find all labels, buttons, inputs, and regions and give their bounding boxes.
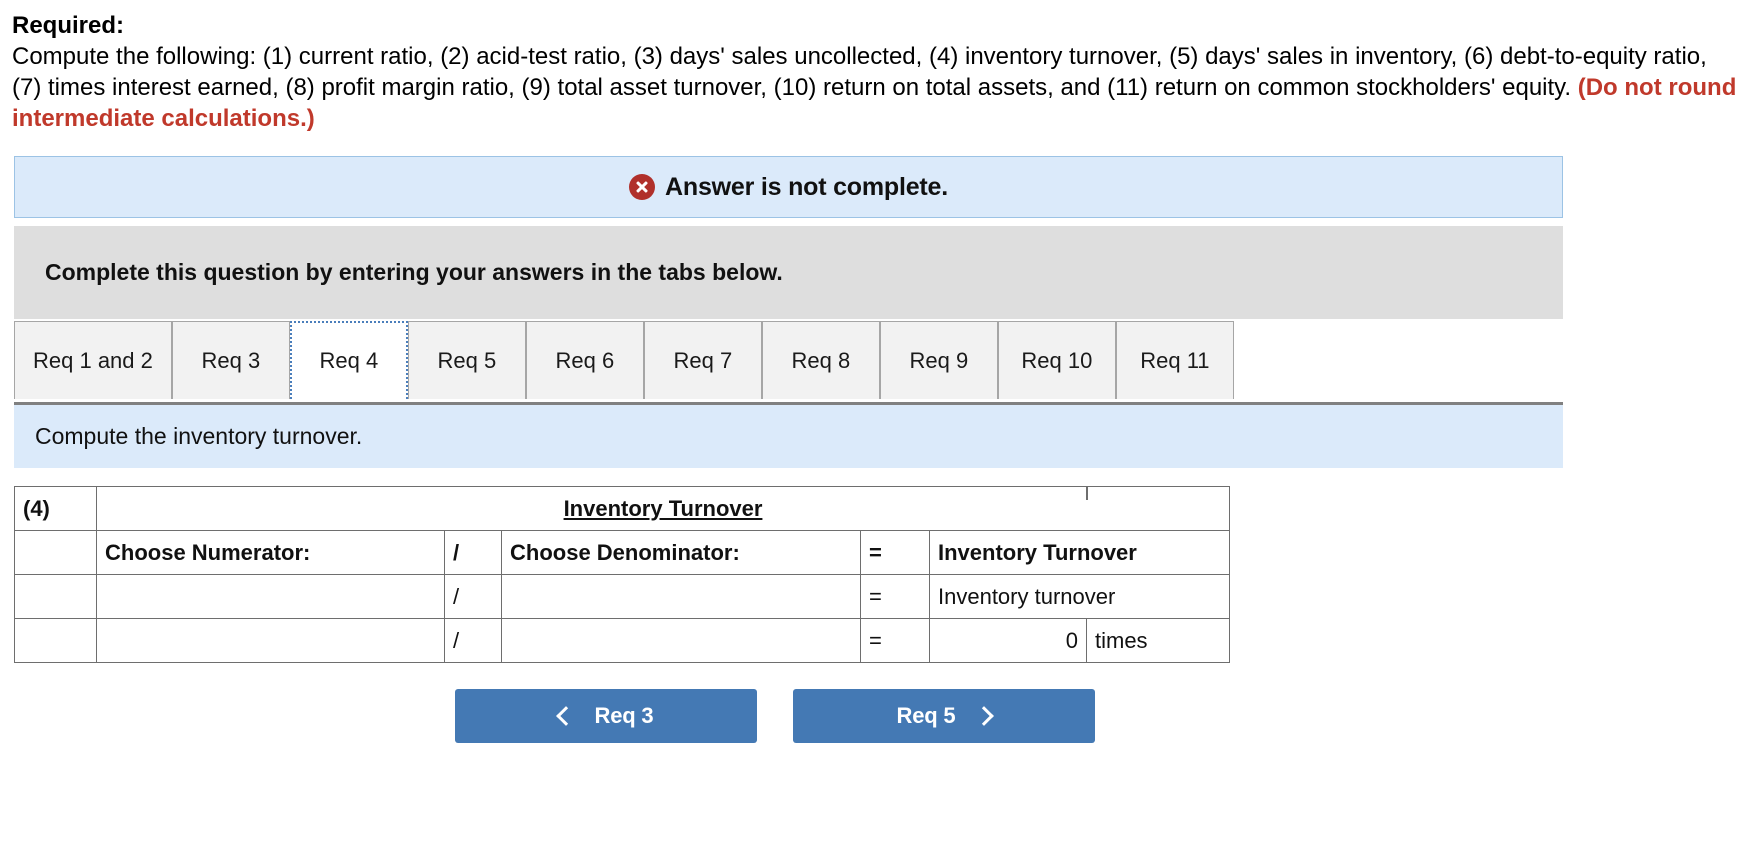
required-prompt: Required: Compute the following: (1) cur… bbox=[0, 0, 1750, 134]
tab-req-4[interactable]: Req 4 bbox=[289, 321, 408, 399]
tab-req-3[interactable]: Req 3 bbox=[171, 321, 290, 399]
row2-numerator-input[interactable] bbox=[96, 618, 445, 663]
row2-index bbox=[14, 618, 97, 663]
tab-label: Req 7 bbox=[673, 347, 733, 373]
tab-req-10[interactable]: Req 10 bbox=[997, 321, 1116, 399]
table-header-blank bbox=[14, 530, 97, 575]
table-header-numerator: Choose Numerator: bbox=[96, 530, 445, 575]
row1-equals: = bbox=[860, 574, 930, 619]
row1-denominator-input[interactable] bbox=[501, 574, 861, 619]
tab-label: Req 8 bbox=[791, 347, 851, 373]
tab-req-1-and-2[interactable]: Req 1 and 2 bbox=[14, 321, 172, 399]
table-title-row: (4) Inventory Turnover bbox=[14, 486, 1230, 531]
requirement-tabs-list: Req 1 and 2 Req 3 Req 4 Req 5 Req 6 Req 7 Req … bbox=[14, 319, 1563, 399]
tab-label: Req 6 bbox=[555, 347, 615, 373]
row2-result-value: 0 bbox=[929, 618, 1087, 663]
answer-status-banner: Answer is not complete. bbox=[14, 156, 1563, 218]
tab-req-11[interactable]: Req 11 bbox=[1115, 321, 1234, 399]
table-title-underline: Inventory Turnover bbox=[563, 495, 763, 521]
chevron-right-icon bbox=[974, 706, 995, 726]
row2-denominator-input[interactable] bbox=[501, 618, 861, 663]
tab-label: Req 1 and 2 bbox=[33, 347, 153, 373]
table-header-result: Inventory Turnover bbox=[929, 530, 1230, 575]
table-edge-tick bbox=[1086, 486, 1088, 500]
instruction-box: Complete this question by entering your … bbox=[14, 226, 1563, 319]
tab-label: Req 3 bbox=[201, 347, 261, 373]
error-x-icon bbox=[629, 174, 656, 200]
answer-table-wrap: (4) Inventory Turnover Choose Numerator:… bbox=[14, 486, 1750, 663]
requirement-tabs: Req 1 and 2 Req 3 Req 4 Req 5 Req 6 Req 7 Req … bbox=[14, 319, 1563, 405]
tab-bottom-rule bbox=[14, 402, 1563, 405]
row2-equals: = bbox=[860, 618, 930, 663]
chevron-left-icon bbox=[555, 706, 576, 726]
required-body-text: Compute the following: (1) current ratio… bbox=[12, 43, 1707, 101]
table-header-denominator: Choose Denominator: bbox=[501, 530, 861, 575]
table-row: / = 0 times bbox=[14, 618, 1230, 663]
table-title: Inventory Turnover bbox=[96, 486, 1230, 531]
tab-label: Req 10 bbox=[1021, 347, 1093, 373]
tab-req-6[interactable]: Req 6 bbox=[525, 321, 644, 399]
instruction-box-text: Complete this question by entering your … bbox=[45, 259, 783, 285]
table-index-label: (4) bbox=[14, 486, 97, 531]
question-strip: Compute the inventory turnover. bbox=[14, 405, 1563, 468]
table-header-row: Choose Numerator: / Choose Denominator: … bbox=[14, 530, 1230, 575]
tab-req-7[interactable]: Req 7 bbox=[643, 321, 762, 399]
tab-req-9[interactable]: Req 9 bbox=[879, 321, 998, 399]
tab-label: Req 11 bbox=[1140, 347, 1210, 373]
next-requirement-label: Req 5 bbox=[896, 703, 956, 728]
tab-req-5[interactable]: Req 5 bbox=[407, 321, 526, 399]
row1-numerator-input[interactable] bbox=[96, 574, 445, 619]
required-label: Required: bbox=[12, 12, 125, 39]
prev-requirement-button[interactable]: Req 3 bbox=[455, 689, 757, 743]
tab-label: Req 9 bbox=[909, 347, 969, 373]
tab-label: Req 4 bbox=[319, 348, 379, 373]
row1-result: Inventory turnover bbox=[929, 574, 1230, 619]
tab-label: Req 5 bbox=[437, 347, 497, 373]
requirement-nav: Req 3 Req 5 bbox=[0, 689, 1750, 743]
tab-req-8[interactable]: Req 8 bbox=[761, 321, 880, 399]
inventory-turnover-table: (4) Inventory Turnover Choose Numerator:… bbox=[14, 486, 1230, 663]
table-header-slash: / bbox=[444, 530, 502, 575]
required-body: Compute the following: (1) current ratio… bbox=[12, 41, 1738, 134]
table-row: / = Inventory turnover bbox=[14, 574, 1230, 619]
table-header-equals: = bbox=[860, 530, 930, 575]
answer-status-text: Answer is not complete. bbox=[665, 172, 948, 201]
row1-slash: / bbox=[444, 574, 502, 619]
question-strip-text: Compute the inventory turnover. bbox=[35, 423, 363, 449]
row2-result-unit: times bbox=[1086, 618, 1230, 663]
next-requirement-button[interactable]: Req 5 bbox=[793, 689, 1095, 743]
answer-status-banner-inner: Answer is not complete. bbox=[629, 173, 948, 202]
prev-requirement-label: Req 3 bbox=[594, 703, 654, 728]
row2-slash: / bbox=[444, 618, 502, 663]
row1-index bbox=[14, 574, 97, 619]
